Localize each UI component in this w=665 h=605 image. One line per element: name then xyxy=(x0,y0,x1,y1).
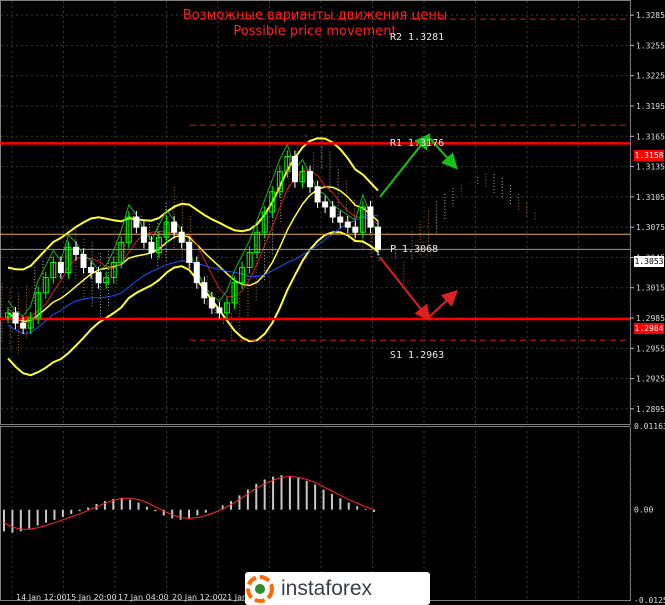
candle-body xyxy=(307,171,314,188)
candle-body xyxy=(337,216,344,223)
candle-body xyxy=(178,231,185,243)
candle-body xyxy=(80,253,87,269)
candle-body xyxy=(208,297,215,309)
y-tick-label: 1.2955 xyxy=(636,344,665,353)
candle-body xyxy=(322,201,329,208)
y-tick-label: 1.3285 xyxy=(636,11,665,20)
price-tag-upper: 1.3158 xyxy=(634,150,664,161)
candle-body xyxy=(352,226,359,233)
candle-body xyxy=(201,282,208,299)
x-tick-label: 20 Jan 12:00 xyxy=(172,593,223,602)
y-tick-label: 1.2895 xyxy=(636,405,665,414)
candle-body xyxy=(344,221,351,228)
candle-body xyxy=(314,186,321,203)
candle-body xyxy=(12,312,19,324)
y-tick-label: 1.3255 xyxy=(636,41,665,50)
y-tick-label: 1.3165 xyxy=(636,132,665,141)
x-tick-label: 21 Jan xyxy=(222,593,247,602)
candle-body xyxy=(57,261,64,274)
candle-body xyxy=(72,246,79,255)
pivot-label: P 1.3068 xyxy=(390,244,439,255)
macd-tick-label: 0.01163 xyxy=(634,422,665,431)
y-tick-label: 1.2985 xyxy=(636,314,665,323)
candle-body xyxy=(95,272,102,284)
candle-body xyxy=(193,261,200,284)
r2-label: R2 1.3281 xyxy=(390,32,445,43)
y-tick-label: 1.3195 xyxy=(636,102,665,111)
instaforex-logo-text: instaforex xyxy=(281,576,373,600)
y-tick-label: 1.3225 xyxy=(636,72,665,81)
candle-body xyxy=(367,206,374,228)
candle-body xyxy=(186,241,193,263)
price-tag-lower: 1.2984 xyxy=(634,323,664,334)
candle-body xyxy=(20,322,27,329)
x-tick-label: 14 Jan 12:00 xyxy=(16,593,67,602)
instaforex-logo: instaforex xyxy=(245,572,430,605)
macd-tick-label: -0.01254 xyxy=(634,596,665,605)
x-tick-label: 17 Jan 04:00 xyxy=(118,593,169,602)
candle-body xyxy=(375,226,381,250)
candle-body xyxy=(291,155,298,183)
instaforex-logo-icon xyxy=(246,574,274,603)
y-tick-label: 1.3135 xyxy=(636,163,665,172)
candle-body xyxy=(171,221,178,233)
r1-label: R1 1.3176 xyxy=(390,138,445,149)
y-tick-label: 1.3105 xyxy=(636,193,665,202)
y-tick-label: 1.2925 xyxy=(636,375,665,384)
candle-body xyxy=(140,226,147,243)
y-tick-label: 1.3075 xyxy=(636,223,665,232)
macd-tick-label: 0.00 xyxy=(634,506,653,515)
chart-canvas: 0.01163 0.00 -0.01254 14 Jan 12:0015 Jan 20… xyxy=(0,0,665,605)
x-tick-label: 15 Jan 20:00 xyxy=(66,593,117,602)
candle-body xyxy=(133,216,140,228)
y-tick-label: 1.3015 xyxy=(636,284,665,293)
candle-body xyxy=(148,241,155,253)
candle-body xyxy=(216,307,223,314)
candle-body xyxy=(88,267,95,274)
s1-label: S1 1.2963 xyxy=(390,350,445,361)
candle-body xyxy=(329,206,336,218)
price-tag-current: 1.3053 xyxy=(634,256,664,267)
